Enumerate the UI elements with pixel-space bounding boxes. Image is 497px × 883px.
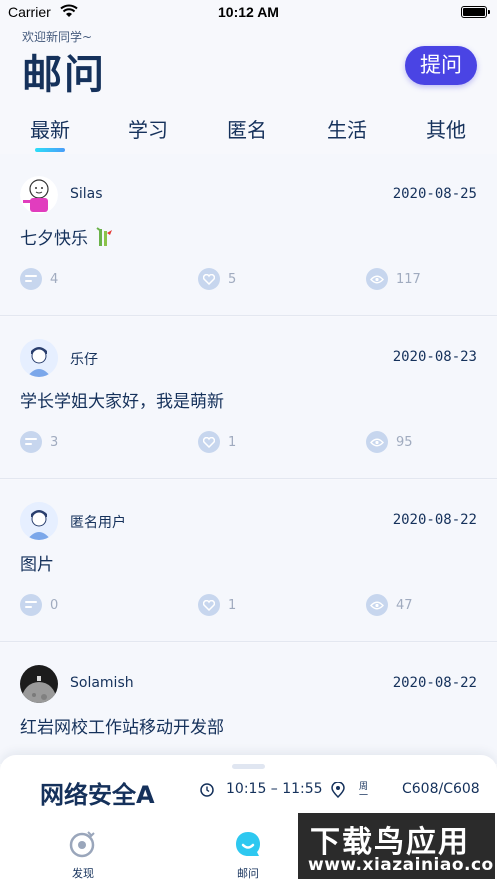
answer-count-value: 4	[50, 271, 59, 287]
category-tabs: 最新 学习 匿名 生活 其他	[0, 114, 497, 144]
comment-icon	[20, 268, 42, 290]
question-text[interactable]: 图片	[20, 550, 54, 575]
course-weekday: 周一	[357, 781, 367, 799]
question-text-label: 七夕快乐	[20, 229, 88, 249]
tab-indicator	[35, 148, 65, 152]
answer-count[interactable]: 4	[20, 268, 58, 290]
tab-life[interactable]: 生活	[307, 114, 387, 143]
post-date: 2020-08-22	[392, 675, 477, 691]
comment-icon	[20, 594, 42, 616]
question-card[interactable]: 匿名用户 2020-08-22 图片 0 1 47	[0, 480, 497, 642]
view-count-value: 117	[396, 271, 421, 287]
bamboo-emoji-icon	[96, 227, 113, 246]
like-count-value: 1	[228, 434, 237, 450]
tab-latest[interactable]: 最新	[10, 114, 90, 143]
view-count: 95	[366, 431, 413, 453]
eye-icon	[366, 268, 388, 290]
question-text[interactable]: 学长学姐大家好，我是萌新	[20, 387, 224, 412]
location-pin-icon	[331, 782, 345, 798]
author-name: Solamish	[70, 675, 134, 691]
watermark-url: www.xiazainiao.com	[308, 855, 497, 875]
avatar[interactable]	[20, 176, 58, 214]
qa-icon	[236, 832, 260, 856]
clock-icon	[200, 783, 214, 797]
status-bar: Carrier 10:12 AM	[0, 0, 497, 26]
question-card[interactable]: 乐仔 2020-08-23 学长学姐大家好，我是萌新 3 1 95	[0, 317, 497, 479]
post-date: 2020-08-25	[392, 186, 477, 202]
tab-other[interactable]: 其他	[406, 114, 486, 143]
eye-icon	[366, 594, 388, 616]
eye-icon	[366, 431, 388, 453]
heart-icon	[198, 431, 220, 453]
heart-icon	[198, 594, 220, 616]
tab-study[interactable]: 学习	[108, 114, 188, 143]
battery-icon	[461, 6, 490, 18]
author-name: 乐仔	[70, 352, 98, 368]
nav-discover-label: 发现	[72, 867, 94, 880]
drag-handle[interactable]	[232, 764, 265, 769]
avatar[interactable]	[20, 339, 58, 377]
view-count-value: 95	[396, 434, 413, 450]
clock: 10:12 AM	[218, 4, 279, 20]
view-count-value: 47	[396, 597, 413, 613]
author-name: Silas	[70, 186, 103, 202]
view-count: 47	[366, 594, 413, 616]
nav-qa[interactable]: 邮问	[218, 829, 278, 881]
view-count: 117	[366, 268, 421, 290]
heart-icon	[198, 268, 220, 290]
page-title: 邮问	[22, 52, 106, 98]
watermark-logo: 下载鸟应用 www.xiazainiao.com	[298, 813, 497, 879]
avatar[interactable]	[20, 665, 58, 703]
like-count-value: 1	[228, 597, 237, 613]
tab-anonymous[interactable]: 匿名	[207, 114, 287, 143]
discover-icon	[69, 831, 95, 858]
course-name: 网络安全A	[40, 781, 155, 809]
like-count-value: 5	[228, 271, 237, 287]
post-date: 2020-08-23	[392, 349, 477, 365]
question-card[interactable]: Solamish 2020-08-22 红岩网校工作站移动开发部	[0, 643, 497, 764]
like-count[interactable]: 5	[198, 268, 236, 290]
nav-qa-label: 邮问	[237, 867, 259, 880]
course-time: 10:15 – 11:55	[226, 781, 323, 797]
ask-question-button[interactable]: 提问	[405, 46, 477, 85]
answer-count[interactable]: 3	[20, 431, 58, 453]
like-count[interactable]: 1	[198, 594, 236, 616]
answer-count-value: 3	[50, 434, 59, 450]
comment-icon	[20, 431, 42, 453]
answer-count-value: 0	[50, 597, 59, 613]
question-card[interactable]: Silas 2020-08-25 七夕快乐 4 5 117	[0, 154, 497, 316]
answer-count[interactable]: 0	[20, 594, 58, 616]
header: 欢迎新同学~ 邮问 提问 最新 学习 匿名 生活 其他	[0, 26, 497, 154]
author-name: 匿名用户	[70, 515, 126, 531]
avatar[interactable]	[20, 502, 58, 540]
course-room: C608/C608	[402, 781, 480, 797]
question-text[interactable]: 红岩网校工作站移动开发部	[20, 713, 224, 738]
post-date: 2020-08-22	[392, 512, 477, 528]
nav-discover[interactable]: 发现	[53, 829, 113, 881]
question-text[interactable]: 七夕快乐	[20, 224, 113, 249]
like-count[interactable]: 1	[198, 431, 236, 453]
question-feed[interactable]: Silas 2020-08-25 七夕快乐 4 5 117 乐仔 2020-08…	[0, 154, 497, 764]
